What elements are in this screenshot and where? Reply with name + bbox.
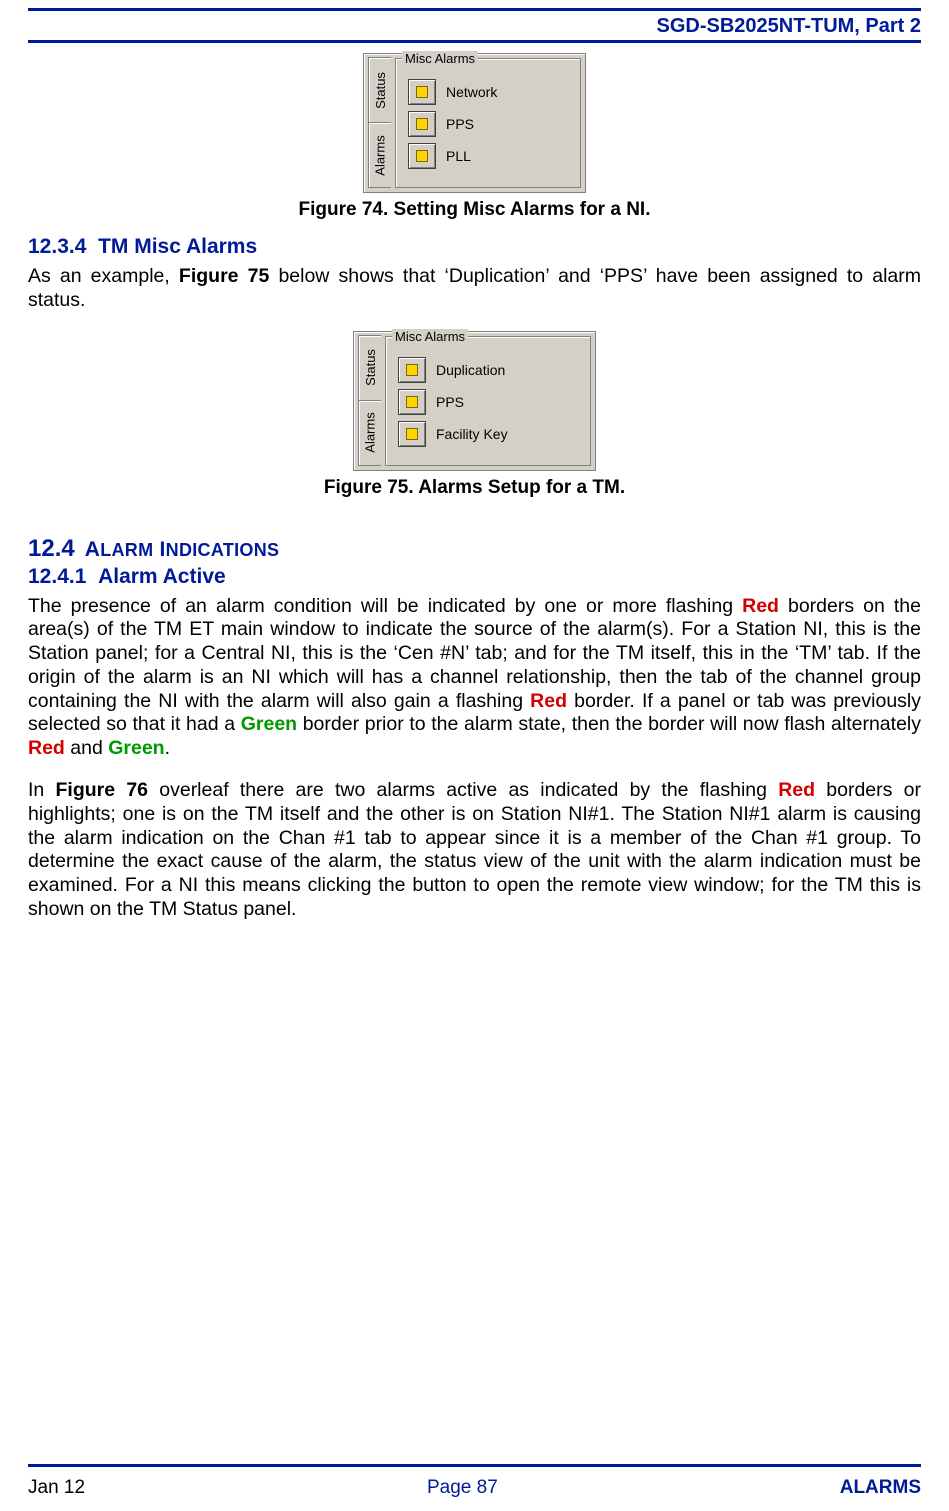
led-icon <box>406 396 418 408</box>
misc-alarms-group: Misc Alarms Network PPS PLL <box>395 58 581 188</box>
led-icon <box>416 118 428 130</box>
heading-12-3-4: 12.3.4 TM Misc Alarms <box>28 235 921 259</box>
para-alarm-active-1: The presence of an alarm condition will … <box>28 595 921 761</box>
misc-alarms-panel-ni: Alarms Status Misc Alarms Network PPS <box>363 53 586 193</box>
group-title: Misc Alarms <box>392 329 468 344</box>
led-icon <box>406 364 418 376</box>
alarm-label-pps: PPS <box>436 394 464 410</box>
figure-75: Alarms Status Misc Alarms Duplication PP… <box>28 331 921 471</box>
alarm-led-pps[interactable] <box>398 389 426 415</box>
group-title: Misc Alarms <box>402 51 478 66</box>
led-icon <box>406 428 418 440</box>
alarm-led-pll[interactable] <box>408 143 436 169</box>
tab-alarms[interactable]: Alarms <box>358 400 381 466</box>
alarm-label-pll: PLL <box>446 148 471 164</box>
footer-date: Jan 12 <box>28 1477 85 1499</box>
footer-section: ALARMS <box>840 1477 921 1499</box>
tab-status[interactable]: Status <box>368 57 391 123</box>
alarm-label-network: Network <box>446 84 497 100</box>
figure-74: Alarms Status Misc Alarms Network PPS <box>28 53 921 193</box>
heading-text: Alarm Active <box>98 565 226 588</box>
heading-number: 12.4.1 <box>28 565 86 588</box>
led-icon <box>416 150 428 162</box>
tab-alarms-label: Alarms <box>373 135 388 175</box>
misc-alarms-panel-tm: Alarms Status Misc Alarms Duplication PP… <box>353 331 596 471</box>
page-header-title: SGD-SB2025NT-TUM, Part 2 <box>28 11 921 40</box>
led-icon <box>416 86 428 98</box>
heading-12-4: 12.4 ALARM INDICATIONS <box>28 535 921 563</box>
heading-text: ALARM INDICATIONS <box>85 538 280 562</box>
figure-74-caption: Figure 74. Setting Misc Alarms for a NI. <box>28 199 921 221</box>
heading-text: TM Misc Alarms <box>98 235 257 258</box>
footer-divider <box>28 1464 921 1467</box>
page-footer: Jan 12 Page 87 ALARMS <box>28 1477 921 1499</box>
alarm-label-facility-key: Facility Key <box>436 426 508 442</box>
para-alarm-active-2: In Figure 76 overleaf there are two alar… <box>28 779 921 922</box>
para-12-3-4: As an example, Figure 75 below shows tha… <box>28 265 921 313</box>
tab-status[interactable]: Status <box>358 335 381 401</box>
heading-number: 12.4 <box>28 535 75 563</box>
heading-number: 12.3.4 <box>28 235 86 258</box>
misc-alarms-group: Misc Alarms Duplication PPS Facility Key <box>385 336 591 466</box>
figure-75-caption: Figure 75. Alarms Setup for a TM. <box>28 477 921 499</box>
heading-12-4-1: 12.4.1 Alarm Active <box>28 565 921 589</box>
tab-status-label: Status <box>363 349 378 386</box>
alarm-label-pps: PPS <box>446 116 474 132</box>
alarm-led-facility-key[interactable] <box>398 421 426 447</box>
alarm-led-duplication[interactable] <box>398 357 426 383</box>
tab-alarms[interactable]: Alarms <box>368 122 391 188</box>
alarm-led-pps[interactable] <box>408 111 436 137</box>
alarm-label-duplication: Duplication <box>436 362 505 378</box>
footer-page: Page 87 <box>427 1477 498 1499</box>
tab-status-label: Status <box>373 72 388 109</box>
tab-alarms-label: Alarms <box>363 412 378 452</box>
alarm-led-network[interactable] <box>408 79 436 105</box>
